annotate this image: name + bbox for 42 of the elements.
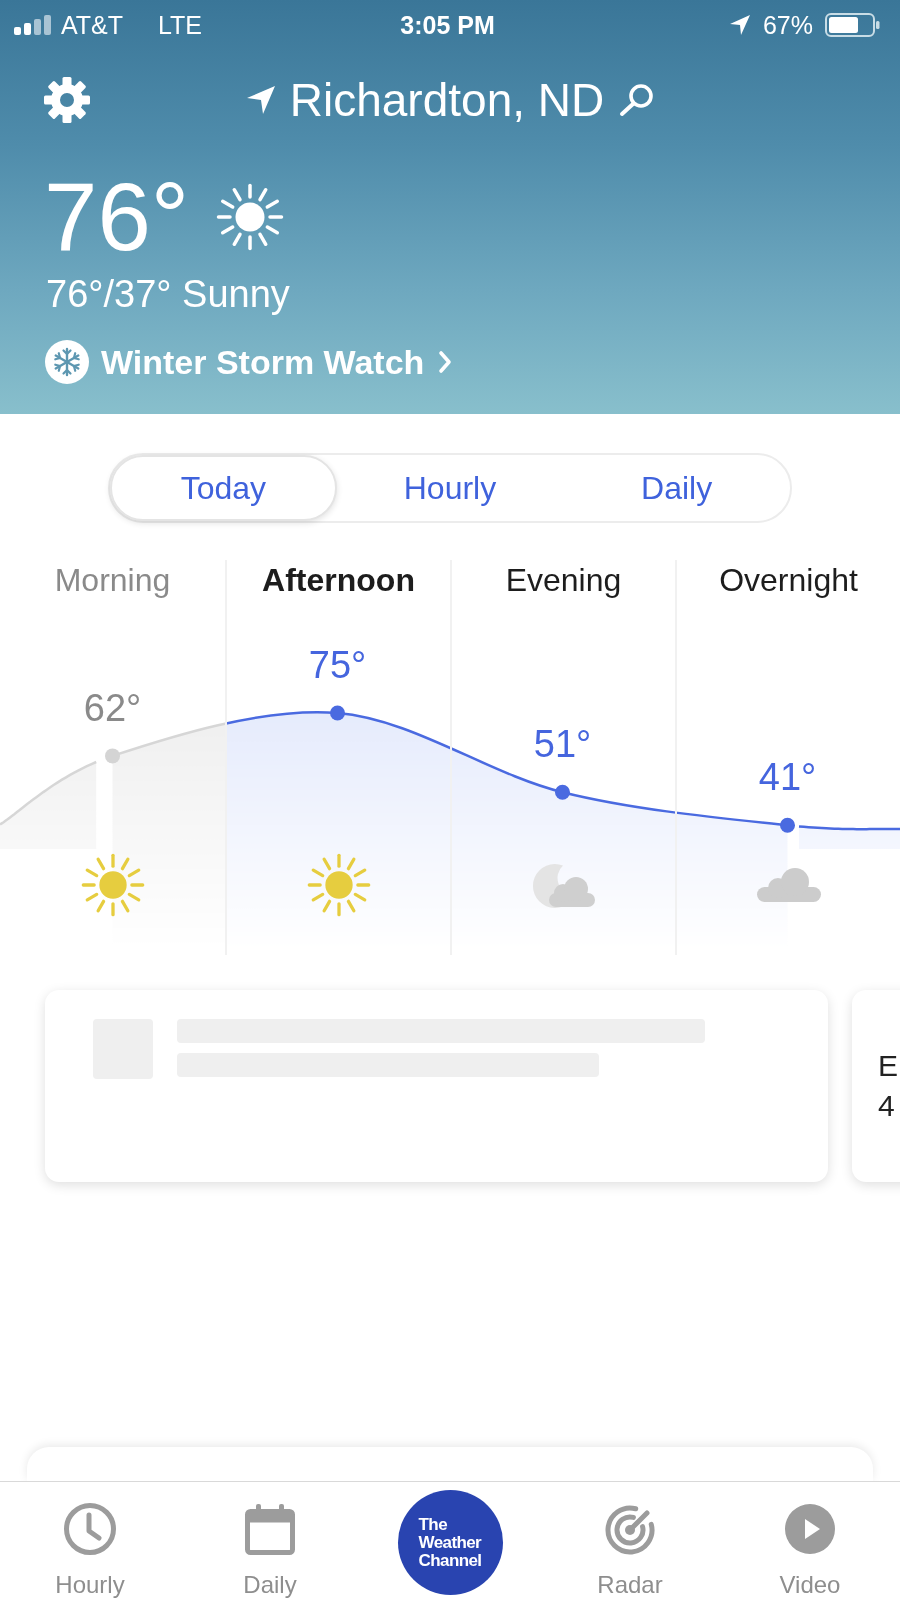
location-arrow-icon	[728, 14, 751, 36]
signal-icon	[14, 15, 52, 35]
high-low-summary: 76°/37° Sunny	[45, 273, 291, 315]
carrier-name: AT&T	[61, 10, 124, 40]
sun-icon	[79, 852, 146, 918]
temperature-label: 62°	[83, 686, 142, 729]
snowflake-icon	[45, 340, 89, 384]
chevron-right-icon	[438, 350, 453, 374]
battery-percent: 67%	[762, 10, 813, 40]
search-icon[interactable]	[618, 83, 655, 117]
temperature-label: 41°	[758, 756, 817, 799]
card-text: E	[878, 1048, 899, 1084]
sun-icon	[305, 852, 372, 918]
info-card[interactable]: E 4	[852, 990, 900, 1182]
temperature-label: 75°	[308, 644, 367, 686]
calendar-icon	[243, 1502, 297, 1556]
tab[interactable]: Daily	[563, 455, 790, 521]
card-text: 4	[878, 1088, 896, 1124]
sun-icon	[215, 182, 286, 252]
battery-icon	[825, 13, 881, 37]
period-tab[interactable]: Overnight	[715, 560, 862, 600]
clock-icon	[63, 1502, 117, 1556]
network-type: LTE	[158, 10, 203, 40]
nav-tab[interactable]: Radar	[540, 1482, 720, 1600]
nav-tab[interactable]: Hourly	[0, 1482, 180, 1600]
nav-tab[interactable]: Video	[720, 1482, 900, 1600]
tab[interactable]: Hourly	[336, 455, 564, 521]
period-tab[interactable]: Morning	[50, 560, 175, 600]
period-tab[interactable]: Evening	[501, 560, 626, 600]
nav-tab[interactable]: Daily	[180, 1482, 360, 1600]
temperature-label: 51°	[533, 723, 592, 766]
current-temperature: 76°	[44, 169, 190, 265]
play-icon	[783, 1502, 837, 1556]
logo-button[interactable]: The Weather Channel	[397, 1490, 503, 1595]
location-name[interactable]: Richardton, ND	[289, 72, 605, 128]
settings-icon[interactable]	[43, 76, 91, 124]
status-time: 3:05 PM	[400, 10, 495, 40]
cloud-icon	[755, 867, 822, 903]
radar-icon	[603, 1502, 657, 1556]
location-arrow-icon	[245, 85, 276, 115]
period-tab[interactable]: Afternoon	[258, 560, 419, 600]
tab[interactable]: Today	[110, 455, 337, 521]
